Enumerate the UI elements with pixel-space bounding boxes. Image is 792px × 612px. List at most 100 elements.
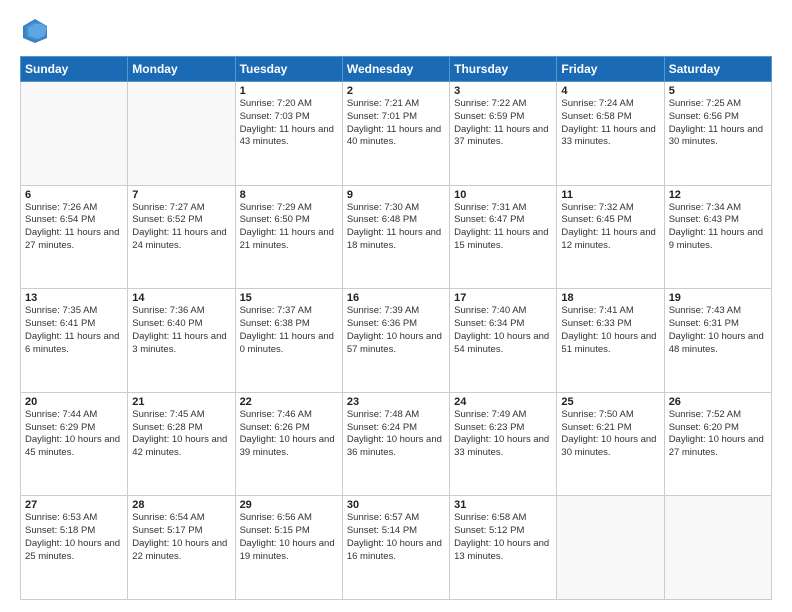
calendar-cell: 9Sunrise: 7:30 AM Sunset: 6:48 PM Daylig… (342, 185, 449, 289)
day-header-friday: Friday (557, 57, 664, 82)
day-detail: Sunrise: 7:34 AM Sunset: 6:43 PM Dayligh… (669, 202, 767, 253)
day-detail: Sunrise: 7:27 AM Sunset: 6:52 PM Dayligh… (132, 202, 230, 253)
calendar-cell: 22Sunrise: 7:46 AM Sunset: 6:26 PM Dayli… (235, 392, 342, 496)
day-detail: Sunrise: 7:36 AM Sunset: 6:40 PM Dayligh… (132, 305, 230, 356)
calendar-cell: 15Sunrise: 7:37 AM Sunset: 6:38 PM Dayli… (235, 289, 342, 393)
day-detail: Sunrise: 7:30 AM Sunset: 6:48 PM Dayligh… (347, 202, 445, 253)
day-detail: Sunrise: 7:44 AM Sunset: 6:29 PM Dayligh… (25, 409, 123, 460)
day-detail: Sunrise: 7:43 AM Sunset: 6:31 PM Dayligh… (669, 305, 767, 356)
day-detail: Sunrise: 7:21 AM Sunset: 7:01 PM Dayligh… (347, 98, 445, 149)
day-detail: Sunrise: 7:46 AM Sunset: 6:26 PM Dayligh… (240, 409, 338, 460)
day-number: 3 (454, 85, 552, 97)
calendar-cell: 14Sunrise: 7:36 AM Sunset: 6:40 PM Dayli… (128, 289, 235, 393)
calendar-cell (21, 82, 128, 186)
day-detail: Sunrise: 7:52 AM Sunset: 6:20 PM Dayligh… (669, 409, 767, 460)
calendar-cell: 16Sunrise: 7:39 AM Sunset: 6:36 PM Dayli… (342, 289, 449, 393)
day-detail: Sunrise: 7:39 AM Sunset: 6:36 PM Dayligh… (347, 305, 445, 356)
day-number: 12 (669, 189, 767, 201)
calendar-table: SundayMondayTuesdayWednesdayThursdayFrid… (20, 56, 772, 600)
day-detail: Sunrise: 7:35 AM Sunset: 6:41 PM Dayligh… (25, 305, 123, 356)
day-detail: Sunrise: 7:41 AM Sunset: 6:33 PM Dayligh… (561, 305, 659, 356)
day-detail: Sunrise: 7:22 AM Sunset: 6:59 PM Dayligh… (454, 98, 552, 149)
day-header-tuesday: Tuesday (235, 57, 342, 82)
logo (20, 16, 54, 46)
day-number: 7 (132, 189, 230, 201)
day-detail: Sunrise: 6:58 AM Sunset: 5:12 PM Dayligh… (454, 512, 552, 563)
day-header-monday: Monday (128, 57, 235, 82)
calendar-cell: 31Sunrise: 6:58 AM Sunset: 5:12 PM Dayli… (450, 496, 557, 600)
calendar-cell: 27Sunrise: 6:53 AM Sunset: 5:18 PM Dayli… (21, 496, 128, 600)
day-detail: Sunrise: 6:54 AM Sunset: 5:17 PM Dayligh… (132, 512, 230, 563)
day-number: 24 (454, 396, 552, 408)
day-number: 13 (25, 292, 123, 304)
calendar-week-5: 27Sunrise: 6:53 AM Sunset: 5:18 PM Dayli… (21, 496, 772, 600)
day-number: 17 (454, 292, 552, 304)
calendar-cell: 24Sunrise: 7:49 AM Sunset: 6:23 PM Dayli… (450, 392, 557, 496)
calendar-cell: 17Sunrise: 7:40 AM Sunset: 6:34 PM Dayli… (450, 289, 557, 393)
day-detail: Sunrise: 7:37 AM Sunset: 6:38 PM Dayligh… (240, 305, 338, 356)
day-detail: Sunrise: 7:31 AM Sunset: 6:47 PM Dayligh… (454, 202, 552, 253)
calendar-cell: 4Sunrise: 7:24 AM Sunset: 6:58 PM Daylig… (557, 82, 664, 186)
day-detail: Sunrise: 7:24 AM Sunset: 6:58 PM Dayligh… (561, 98, 659, 149)
day-number: 26 (669, 396, 767, 408)
day-number: 25 (561, 396, 659, 408)
calendar-cell: 20Sunrise: 7:44 AM Sunset: 6:29 PM Dayli… (21, 392, 128, 496)
day-number: 30 (347, 499, 445, 511)
day-detail: Sunrise: 6:53 AM Sunset: 5:18 PM Dayligh… (25, 512, 123, 563)
day-header-wednesday: Wednesday (342, 57, 449, 82)
calendar-week-3: 13Sunrise: 7:35 AM Sunset: 6:41 PM Dayli… (21, 289, 772, 393)
calendar-cell (128, 82, 235, 186)
calendar-cell: 29Sunrise: 6:56 AM Sunset: 5:15 PM Dayli… (235, 496, 342, 600)
calendar-cell: 6Sunrise: 7:26 AM Sunset: 6:54 PM Daylig… (21, 185, 128, 289)
day-detail: Sunrise: 7:48 AM Sunset: 6:24 PM Dayligh… (347, 409, 445, 460)
calendar-cell: 3Sunrise: 7:22 AM Sunset: 6:59 PM Daylig… (450, 82, 557, 186)
calendar-cell: 8Sunrise: 7:29 AM Sunset: 6:50 PM Daylig… (235, 185, 342, 289)
day-number: 6 (25, 189, 123, 201)
page: SundayMondayTuesdayWednesdayThursdayFrid… (0, 0, 792, 612)
day-number: 14 (132, 292, 230, 304)
day-number: 11 (561, 189, 659, 201)
calendar-cell: 7Sunrise: 7:27 AM Sunset: 6:52 PM Daylig… (128, 185, 235, 289)
calendar-cell: 26Sunrise: 7:52 AM Sunset: 6:20 PM Dayli… (664, 392, 771, 496)
day-number: 1 (240, 85, 338, 97)
calendar-week-1: 1Sunrise: 7:20 AM Sunset: 7:03 PM Daylig… (21, 82, 772, 186)
calendar-cell (664, 496, 771, 600)
day-number: 31 (454, 499, 552, 511)
calendar-cell: 23Sunrise: 7:48 AM Sunset: 6:24 PM Dayli… (342, 392, 449, 496)
calendar-cell: 5Sunrise: 7:25 AM Sunset: 6:56 PM Daylig… (664, 82, 771, 186)
day-number: 4 (561, 85, 659, 97)
calendar-cell: 21Sunrise: 7:45 AM Sunset: 6:28 PM Dayli… (128, 392, 235, 496)
day-number: 23 (347, 396, 445, 408)
day-number: 19 (669, 292, 767, 304)
calendar-cell: 28Sunrise: 6:54 AM Sunset: 5:17 PM Dayli… (128, 496, 235, 600)
day-number: 16 (347, 292, 445, 304)
day-number: 5 (669, 85, 767, 97)
day-detail: Sunrise: 6:57 AM Sunset: 5:14 PM Dayligh… (347, 512, 445, 563)
calendar-cell: 25Sunrise: 7:50 AM Sunset: 6:21 PM Dayli… (557, 392, 664, 496)
day-number: 21 (132, 396, 230, 408)
calendar-cell: 1Sunrise: 7:20 AM Sunset: 7:03 PM Daylig… (235, 82, 342, 186)
day-number: 22 (240, 396, 338, 408)
calendar-cell: 30Sunrise: 6:57 AM Sunset: 5:14 PM Dayli… (342, 496, 449, 600)
calendar-cell: 13Sunrise: 7:35 AM Sunset: 6:41 PM Dayli… (21, 289, 128, 393)
day-number: 27 (25, 499, 123, 511)
calendar-week-4: 20Sunrise: 7:44 AM Sunset: 6:29 PM Dayli… (21, 392, 772, 496)
calendar-cell: 19Sunrise: 7:43 AM Sunset: 6:31 PM Dayli… (664, 289, 771, 393)
day-number: 9 (347, 189, 445, 201)
calendar-header-row: SundayMondayTuesdayWednesdayThursdayFrid… (21, 57, 772, 82)
calendar-cell: 12Sunrise: 7:34 AM Sunset: 6:43 PM Dayli… (664, 185, 771, 289)
logo-icon (20, 16, 50, 46)
day-detail: Sunrise: 6:56 AM Sunset: 5:15 PM Dayligh… (240, 512, 338, 563)
day-header-thursday: Thursday (450, 57, 557, 82)
calendar-week-2: 6Sunrise: 7:26 AM Sunset: 6:54 PM Daylig… (21, 185, 772, 289)
calendar-cell: 10Sunrise: 7:31 AM Sunset: 6:47 PM Dayli… (450, 185, 557, 289)
day-number: 10 (454, 189, 552, 201)
day-detail: Sunrise: 7:26 AM Sunset: 6:54 PM Dayligh… (25, 202, 123, 253)
day-number: 2 (347, 85, 445, 97)
day-detail: Sunrise: 7:49 AM Sunset: 6:23 PM Dayligh… (454, 409, 552, 460)
day-detail: Sunrise: 7:25 AM Sunset: 6:56 PM Dayligh… (669, 98, 767, 149)
day-number: 28 (132, 499, 230, 511)
day-detail: Sunrise: 7:29 AM Sunset: 6:50 PM Dayligh… (240, 202, 338, 253)
calendar-cell: 18Sunrise: 7:41 AM Sunset: 6:33 PM Dayli… (557, 289, 664, 393)
calendar-cell: 11Sunrise: 7:32 AM Sunset: 6:45 PM Dayli… (557, 185, 664, 289)
